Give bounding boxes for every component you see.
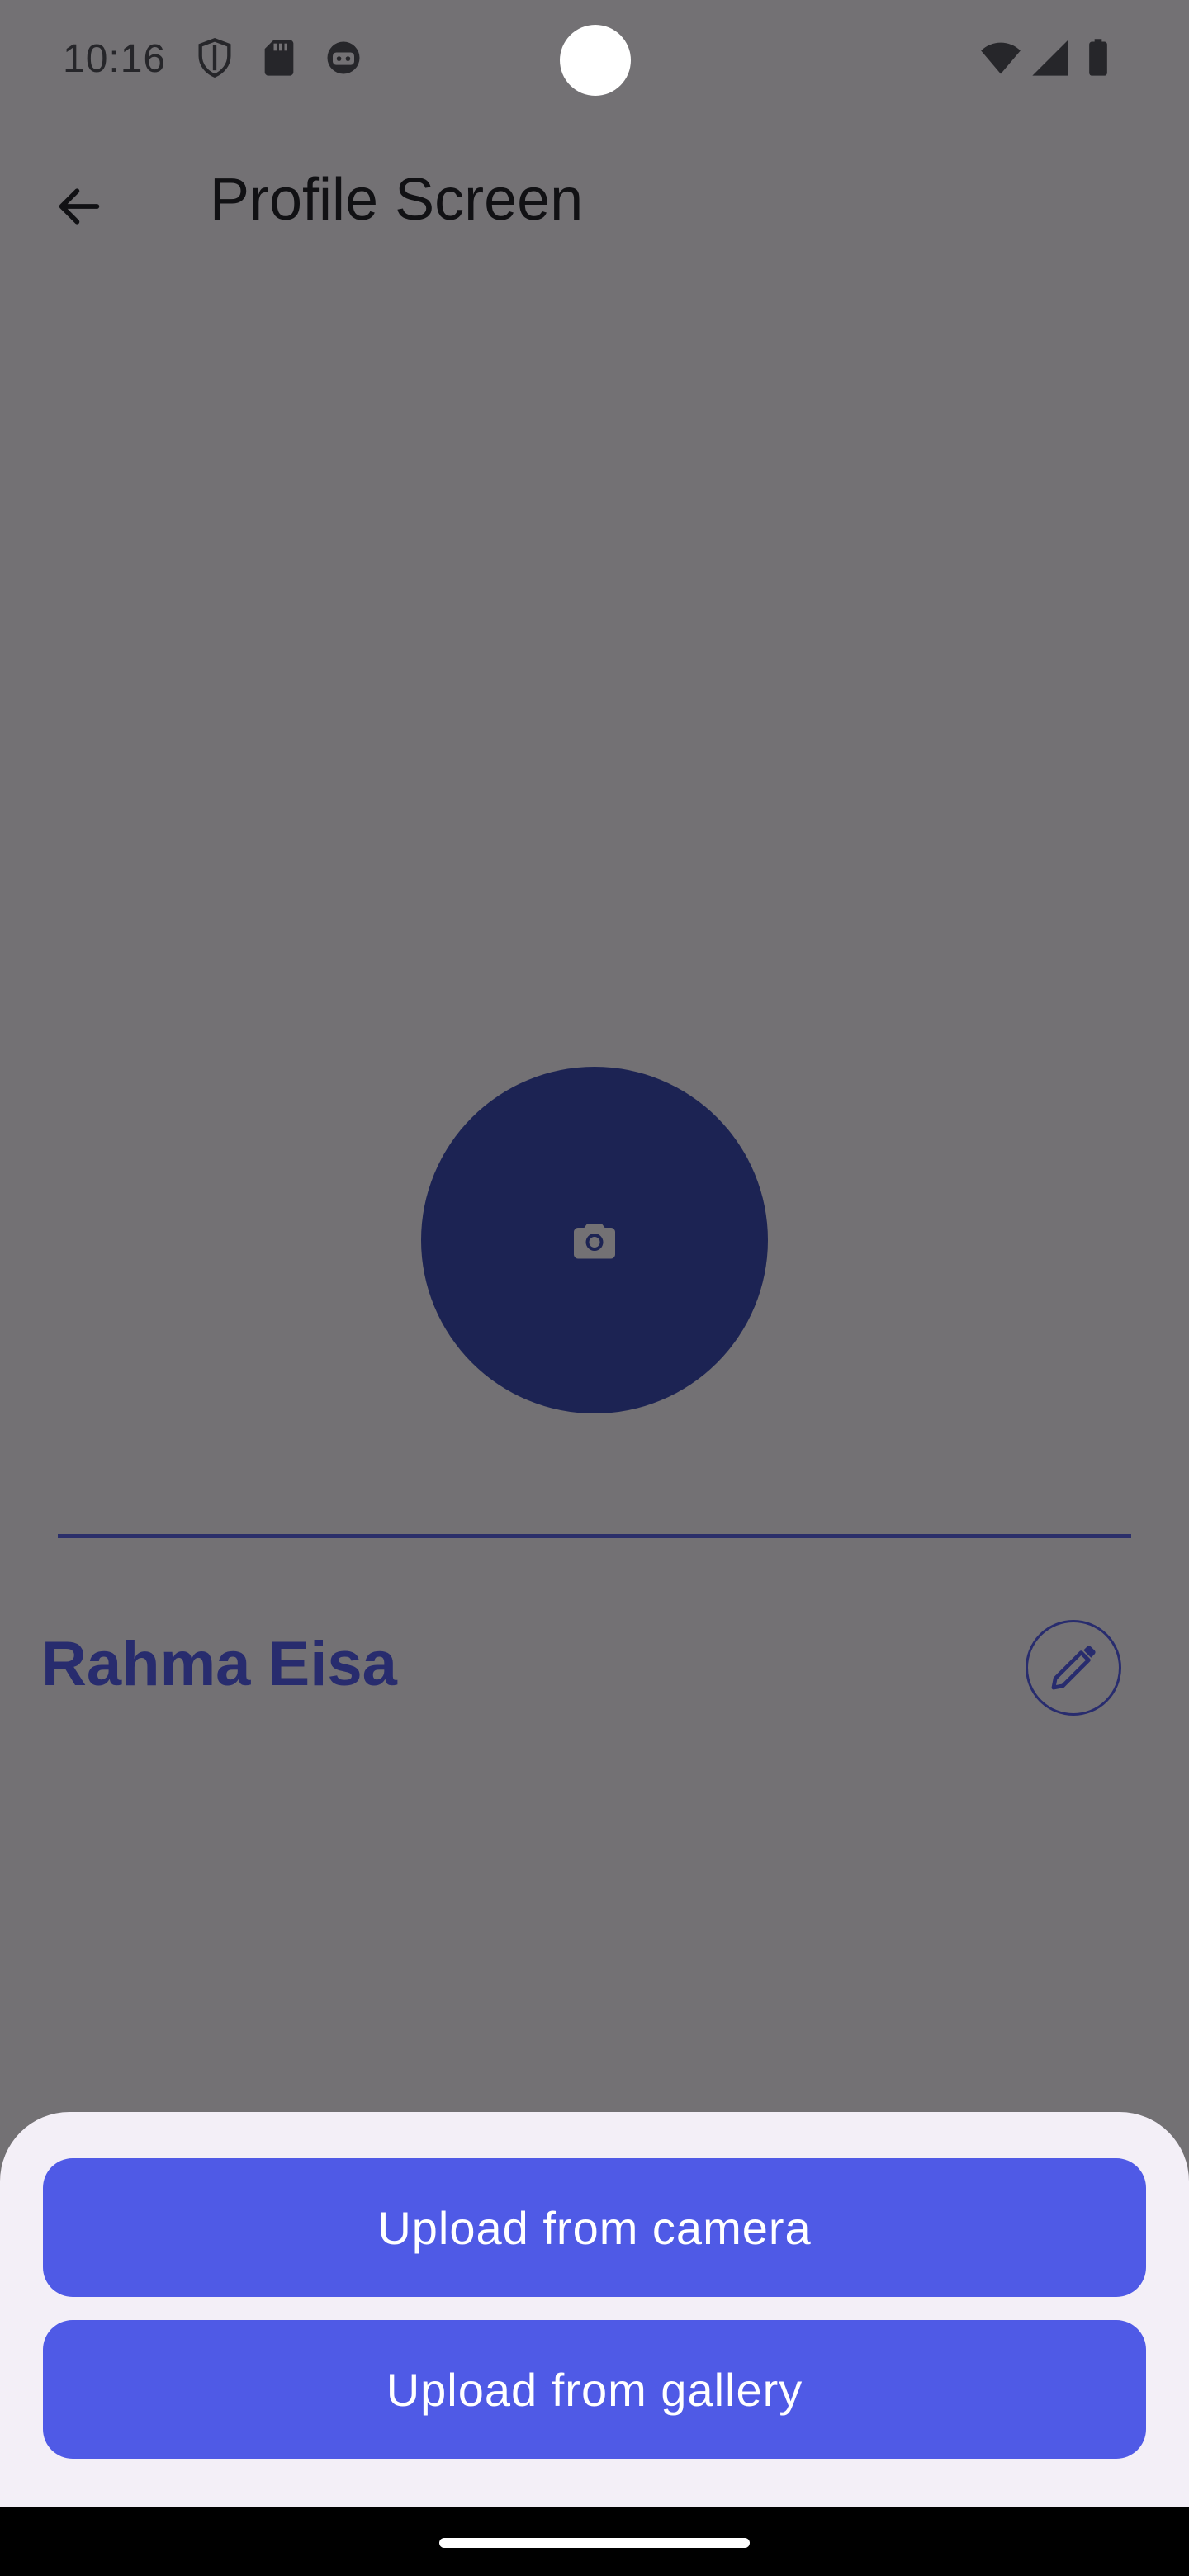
home-indicator[interactable]	[439, 2538, 750, 2548]
profile-screen: 10:16 Profile Screen Rahma Eisa Upload f…	[0, 0, 1189, 2576]
shield-icon	[193, 36, 236, 79]
profile-avatar[interactable]	[421, 1067, 768, 1413]
upload-from-camera-button[interactable]: Upload from camera	[43, 2158, 1146, 2297]
navigation-bar	[0, 2507, 1189, 2576]
page-title: Profile Screen	[210, 167, 584, 233]
pencil-icon	[1051, 1646, 1096, 1690]
upload-from-gallery-button[interactable]: Upload from gallery	[43, 2320, 1146, 2459]
edit-name-button[interactable]	[1026, 1620, 1121, 1716]
status-time: 10:16	[63, 37, 167, 81]
arrow-back-icon	[59, 188, 100, 225]
camera-cutout	[560, 25, 631, 96]
battery-icon	[1077, 36, 1120, 79]
upload-bottom-sheet: Upload from camera Upload from gallery	[0, 2112, 1189, 2508]
app-bar: Profile Screen	[0, 140, 1189, 264]
android-icon	[322, 36, 365, 79]
back-button[interactable]	[38, 165, 121, 248]
divider	[58, 1534, 1131, 1538]
sd-card-icon	[258, 36, 301, 79]
status-bar: 10:16	[0, 0, 1189, 124]
wifi-icon	[979, 36, 1022, 79]
camera-icon	[574, 1224, 615, 1259]
user-name: Rahma Eisa	[41, 1629, 397, 1699]
signal-icon	[1029, 36, 1072, 79]
